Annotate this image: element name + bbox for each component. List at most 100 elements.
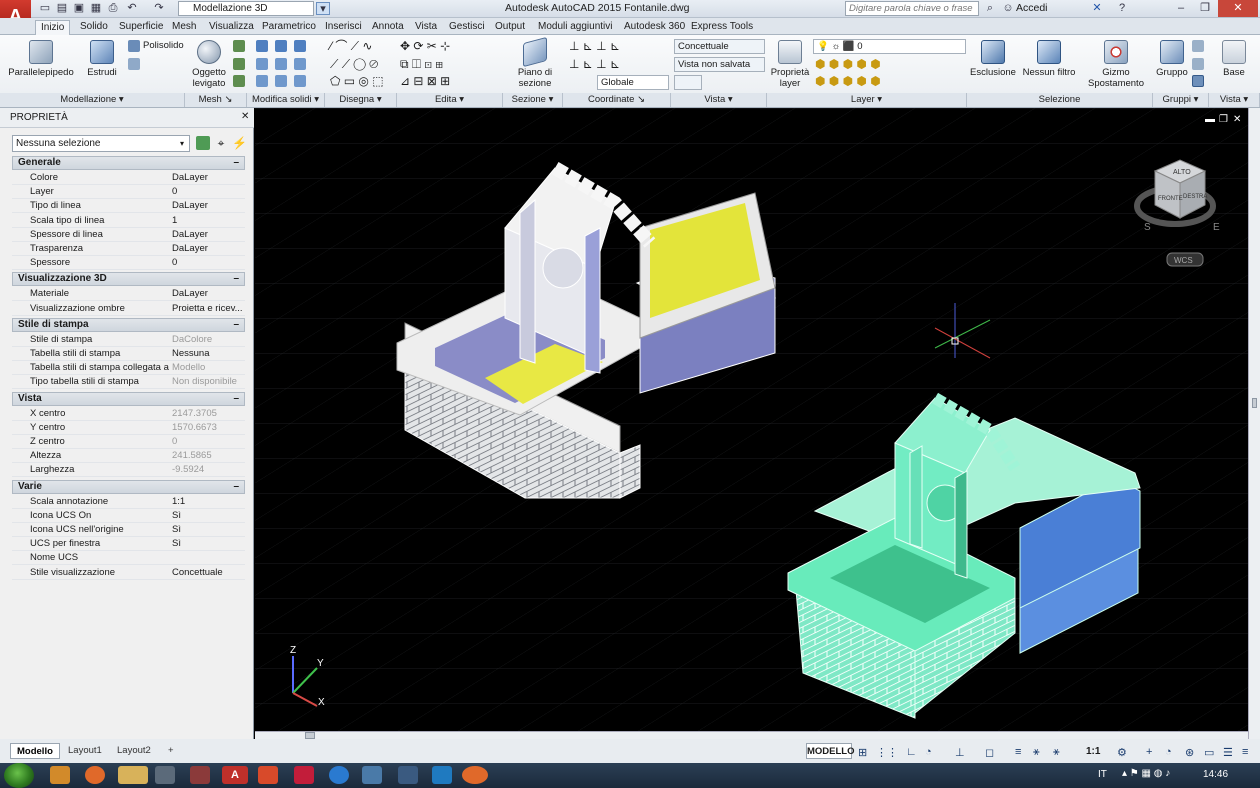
add-layout-button[interactable]: + — [162, 743, 180, 759]
workspace-gear-icon[interactable]: ⚙ — [1117, 746, 1127, 759]
tab-moduli-aggiuntivi[interactable]: Moduli aggiuntivi — [538, 20, 613, 35]
tab-inizio[interactable]: Inizio — [35, 20, 71, 35]
panel-vista[interactable]: Vista ▾ — [671, 93, 767, 107]
panel-vista-2[interactable]: Vista ▾ — [1209, 93, 1260, 107]
layer-tools-icon-2[interactable]: ⬢ ⬢ ⬢ ⬢ ⬢ — [815, 75, 881, 87]
tab-gestisci[interactable]: Gestisci — [449, 20, 485, 35]
vertical-scrollbar[interactable] — [1248, 108, 1260, 739]
solid-edit-icon-2[interactable] — [275, 58, 287, 70]
mirror-icon[interactable]: ⊿ ⊟ ⊠ ⊞ — [400, 75, 450, 87]
toggle-pickadd-icon[interactable] — [196, 136, 210, 150]
intersect-icon[interactable] — [294, 40, 306, 52]
collapse-icon[interactable]: – — [233, 319, 239, 331]
customization-icon[interactable]: ☰ — [1223, 746, 1233, 759]
undo-icon[interactable]: ↶ — [125, 2, 139, 15]
isolate-objects-icon[interactable]: ◔ — [1165, 746, 1172, 758]
property-row[interactable]: Tabella stili di stampa Nessuna — [12, 347, 245, 361]
clean-screen-icon[interactable]: ▭ — [1204, 746, 1214, 759]
property-row[interactable]: UCS per finestra Sì — [12, 537, 245, 552]
snap-icon[interactable]: ⋮⋮ — [876, 746, 898, 759]
layer-tools-icon[interactable]: ⬢ ⬢ ⬢ ⬢ ⬢ — [815, 58, 881, 70]
panel-modifica-solidi[interactable]: Modifica solidi ▾ — [247, 93, 325, 107]
save-icon[interactable]: ▣ — [72, 2, 86, 15]
property-row[interactable]: Spessore 0 — [12, 256, 245, 271]
property-row[interactable]: Spessore di linea DaLayer — [12, 228, 245, 242]
gizmo-move-button[interactable]: Gizmo Spostamento — [1086, 40, 1146, 89]
ie-icon[interactable] — [329, 766, 349, 784]
polysolid-label[interactable]: Polisolido — [143, 40, 184, 52]
polar-icon[interactable]: ◔ — [925, 746, 932, 758]
property-row[interactable]: Icona UCS On Sì — [12, 509, 245, 523]
move-icon[interactable]: ✥ ⟳ ✂ ⊹ — [400, 40, 450, 52]
property-row[interactable]: Materiale DaLayer — [12, 287, 245, 302]
section-header[interactable]: Visualizzazione 3D – — [12, 272, 245, 287]
panel-modellazione[interactable]: Modellazione ▾ — [0, 93, 185, 107]
solid-edit-icon-6[interactable] — [294, 75, 306, 87]
property-row[interactable]: Visualizzazione ombre Proietta e ricev... — [12, 302, 245, 316]
property-row[interactable]: Nome UCS — [12, 551, 245, 566]
property-row[interactable]: Larghezza -9.5924 — [12, 463, 245, 478]
hardware-accel-icon[interactable]: ⊛ — [1185, 746, 1194, 759]
union-icon[interactable] — [256, 40, 268, 52]
property-row[interactable]: Layer 0 — [12, 185, 245, 200]
viewport-close-icon[interactable]: ✕ — [1233, 114, 1241, 125]
clock[interactable]: 14:46 — [1203, 769, 1228, 780]
new-icon[interactable]: ▭ — [38, 2, 52, 15]
firefox-icon-2[interactable] — [85, 766, 105, 784]
save-as-icon[interactable]: ▦ — [89, 2, 103, 15]
panel-gruppi[interactable]: Gruppi ▾ — [1153, 93, 1209, 107]
collapse-icon[interactable]: – — [233, 273, 239, 285]
select-objects-icon[interactable]: ⌖ — [214, 136, 228, 150]
annotation-scale[interactable]: 1:1 — [1086, 746, 1100, 757]
mesh-tool-icon-3[interactable] — [233, 75, 245, 87]
horizontal-scroll-thumb[interactable] — [305, 732, 315, 739]
base-button[interactable]: Base — [1215, 40, 1253, 78]
minimize-button[interactable]: – — [1170, 0, 1192, 17]
exchange-icon[interactable]: ✕ — [1090, 2, 1104, 15]
tab-solido[interactable]: Solido — [80, 20, 108, 35]
tab-layout1[interactable]: Layout1 — [62, 743, 108, 759]
collapse-icon[interactable]: – — [233, 393, 239, 405]
tab-visualizza[interactable]: Visualizza — [209, 20, 254, 35]
tab-annota[interactable]: Annota — [372, 20, 404, 35]
panel-layer[interactable]: Layer ▾ — [767, 93, 967, 107]
property-row[interactable]: Icona UCS nell'origine Sì — [12, 523, 245, 537]
sign-in-button[interactable]: Accedi — [1016, 2, 1048, 14]
property-row[interactable]: Colore DaLayer — [12, 171, 245, 185]
tab-inserisci[interactable]: Inserisci — [325, 20, 362, 35]
palette-close-icon[interactable]: ✕ — [241, 111, 249, 122]
search-input[interactable]: Digitare parola chiave o frase — [845, 1, 979, 16]
group-button[interactable]: Gruppo — [1154, 40, 1190, 78]
tray-icons[interactable]: ▴ ⚑ ▦ ◍ ♪ — [1122, 768, 1170, 779]
polyline-icon[interactable]: ⟋ ⟋ ◯ ⊘ — [330, 58, 378, 70]
firefox-icon[interactable] — [462, 766, 488, 784]
toolbar-toggle-icon[interactable]: ▾ — [316, 2, 330, 15]
group-selection-icon[interactable] — [1192, 75, 1204, 87]
app-icon-6[interactable] — [398, 766, 418, 784]
polysolid-icon[interactable] — [128, 40, 140, 52]
tab-express-tools[interactable]: Express Tools — [691, 20, 753, 35]
ucs-icon[interactable]: ⊥ ⊾ ⊥ ⊾ — [569, 40, 620, 52]
binoculars-icon[interactable]: ⌕ — [983, 2, 997, 15]
presspull-icon[interactable] — [128, 58, 140, 70]
mesh-tool-icon-2[interactable] — [233, 58, 245, 70]
property-row[interactable]: Stile di stampa DaColore — [12, 333, 245, 347]
property-row[interactable]: Tipo tabella stili di stampa Non disponib… — [12, 375, 245, 390]
property-row[interactable]: Altezza 241.5865 — [12, 449, 245, 464]
panel-selezione[interactable]: Selezione — [967, 93, 1153, 107]
panel-sezione[interactable]: Sezione ▾ — [503, 93, 563, 107]
viewport-minimize-icon[interactable]: ▬ — [1205, 114, 1215, 125]
property-row[interactable]: Stile visualizzazione Concettuale — [12, 566, 245, 580]
ungroup-icon[interactable] — [1192, 40, 1204, 52]
layer-properties-button[interactable]: Proprietà layer — [769, 40, 811, 89]
tab-model[interactable]: Modello — [10, 743, 60, 759]
isolate-button[interactable]: Esclusione — [970, 40, 1016, 78]
subtract-icon[interactable] — [275, 40, 287, 52]
polygon-icon[interactable]: ⬠ ▭ ◎ ⬚ — [330, 75, 384, 87]
collapse-icon[interactable]: – — [233, 157, 239, 169]
chevron-down-icon[interactable]: ▾ — [180, 139, 184, 148]
media-player-icon[interactable] — [50, 766, 70, 784]
otrack-icon[interactable]: ◻ — [985, 746, 994, 759]
smooth-object-button[interactable]: Oggetto levigato — [187, 40, 231, 89]
redo-icon[interactable]: ↷ — [152, 2, 166, 15]
